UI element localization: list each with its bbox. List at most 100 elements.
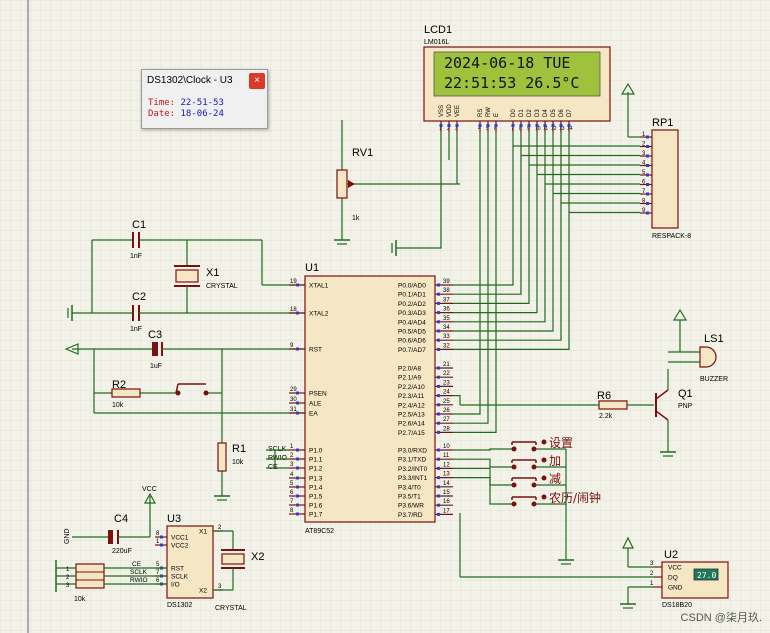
- window-titlebar[interactable]: DS1302\Clock - U3 ×: [142, 70, 267, 92]
- c3-ref: C3: [148, 329, 162, 341]
- u1-pin-number: 28: [443, 426, 450, 432]
- button-label[interactable]: 设置: [549, 436, 573, 450]
- button-label[interactable]: 加: [549, 454, 561, 468]
- u1-pin-name: P3.2/INT0: [398, 466, 428, 473]
- lcd-pin-label: E: [494, 113, 500, 117]
- c1-value: 1nF: [130, 253, 142, 260]
- schematic-canvas[interactable]: LCD1 LM016L 2024-06-18 TUE 22:51:53 26.5…: [0, 0, 770, 633]
- u1-pin-name: EA: [309, 411, 318, 418]
- u1-pin-number: 19: [290, 279, 297, 285]
- c3-value: 1uF: [150, 363, 162, 370]
- u1-pin-name: P3.5/T1: [398, 494, 421, 501]
- u1-pin-name: P2.0/A8: [398, 366, 422, 373]
- lcd-pin-label: D2: [527, 109, 533, 117]
- u1-pin-number: 38: [443, 288, 450, 294]
- lcd-line2: 22:51:53 26.5°C: [444, 74, 579, 92]
- ds1302-clock-window[interactable]: DS1302\Clock - U3 × Time: 22-51-53 Date:…: [141, 69, 268, 129]
- lcd-pin-label: D3: [535, 109, 541, 117]
- button-label[interactable]: 农历/闹钟: [549, 490, 601, 505]
- u1-pin-number: 37: [443, 297, 450, 303]
- clock-readout: Time: 22-51-53 Date: 18-06-24: [148, 98, 224, 120]
- r1-value: 10k: [232, 459, 244, 466]
- gnd-label: GND: [64, 528, 71, 544]
- u1-pin-name: P2.2/A10: [398, 384, 425, 391]
- u1-pin-name: P1.4: [309, 485, 323, 492]
- u1-pin-number: 39: [443, 279, 450, 285]
- c4-value: 220uF: [112, 548, 132, 555]
- u2-ref: U2: [664, 549, 678, 561]
- u1-pin-name: P1.5: [309, 494, 323, 501]
- x1-ref: X1: [206, 267, 219, 279]
- u1-pin-name: P3.4/T0: [398, 484, 421, 491]
- u1-pin-name: P0.4/AD4: [398, 319, 426, 326]
- r1-ref: R1: [232, 443, 246, 455]
- u3-pin-name: VCC2: [171, 543, 189, 550]
- u1-pin-number: 29: [290, 387, 297, 393]
- u3-net-label-ce: CE: [132, 561, 142, 568]
- u1-pin-name: P0.1/AD1: [398, 292, 426, 299]
- u3-net-label-sclk: SCLK: [130, 569, 148, 576]
- u3-pin-name: VCC1: [171, 535, 189, 542]
- u2-pin-name: GND: [668, 585, 683, 592]
- u1-pin-name: P1.2: [309, 466, 323, 473]
- u1-pin-name: P0.2/AD2: [398, 301, 426, 308]
- u1-pin-number: 36: [443, 307, 450, 313]
- u3-vcc-label: VCC: [142, 486, 157, 493]
- date-label: Date:: [148, 109, 176, 119]
- rn-value: 10k: [74, 596, 86, 603]
- c4-ref: C4: [114, 513, 128, 525]
- r6-ref: R6: [597, 390, 611, 402]
- u1-pin-name: P3.0/RXD: [398, 448, 427, 455]
- u1-pin-name: P3.3/INT1: [398, 475, 428, 482]
- lcd-pin-label: D1: [519, 109, 525, 117]
- time-label: Time:: [148, 98, 176, 108]
- u1-component[interactable]: U1 AT89C52 19XTAL118XTAL29RST29PSEN30ALE…: [289, 262, 453, 535]
- u1-pin-number: 16: [443, 499, 450, 505]
- u1-pin-name: P1.6: [309, 503, 323, 510]
- button-label[interactable]: 减: [549, 472, 561, 486]
- x1-value: CRYSTAL: [206, 283, 238, 290]
- u1-pin-name: P2.3/A11: [398, 393, 425, 400]
- u3-model: DS1302: [167, 602, 192, 609]
- x2-value: CRYSTAL: [215, 605, 247, 612]
- u1-pin-number: 27: [443, 417, 450, 423]
- u1-pin-number: 14: [443, 481, 450, 487]
- c1-ref: C1: [132, 219, 146, 231]
- u1-pin-number: 25: [443, 399, 450, 405]
- lcd-line1: 2024-06-18 TUE: [444, 54, 570, 72]
- u1-pin-number: 23: [443, 380, 450, 386]
- u1-model: AT89C52: [305, 528, 334, 535]
- u3-pin-name: I/O: [171, 582, 180, 589]
- u3-pin-name: X2: [199, 588, 207, 595]
- c2-value: 1nF: [130, 326, 142, 333]
- u1-pin-name: P2.5/A13: [398, 412, 425, 419]
- u1-pin-number: 17: [443, 508, 450, 514]
- u1-pin-name: P2.6/A14: [398, 421, 425, 428]
- u2-pin-name: DQ: [668, 575, 678, 582]
- u1-pin-name: PSEN: [309, 391, 327, 398]
- lcd-pin-label: VEE: [455, 105, 461, 117]
- r6-value: 2.2k: [599, 413, 613, 420]
- u1-pin-name: P2.1/A9: [398, 375, 422, 382]
- u2-pin-name: VCC: [668, 565, 682, 572]
- u3-net-label-rwio: RWIO: [130, 577, 148, 584]
- u3-pin-name: SCLK: [171, 574, 189, 581]
- close-button[interactable]: ×: [249, 73, 265, 89]
- u1-ref: U1: [305, 262, 319, 274]
- date-value: 18-06-24: [180, 109, 224, 119]
- u1-pin-number: 15: [443, 490, 450, 496]
- u1-pin-name: RST: [309, 347, 322, 354]
- rp1-ref: RP1: [652, 117, 673, 129]
- ls1-value: BUZZER: [700, 376, 728, 383]
- ls1-ref: LS1: [704, 333, 724, 345]
- u1-pin-name: P0.6/AD6: [398, 338, 426, 345]
- u1-pin-name: P0.7/AD7: [398, 347, 426, 354]
- u1-pin-name: P2.4/A12: [398, 402, 425, 409]
- u3-ref: U3: [167, 513, 181, 525]
- u1-pin-number: 22: [443, 371, 450, 377]
- u1-pin-number: 24: [443, 390, 450, 396]
- lcd-pin-label: D4: [543, 109, 549, 117]
- c2-ref: C2: [132, 291, 146, 303]
- u1-pin-number: 21: [443, 362, 450, 368]
- r2-value: 10k: [112, 402, 124, 409]
